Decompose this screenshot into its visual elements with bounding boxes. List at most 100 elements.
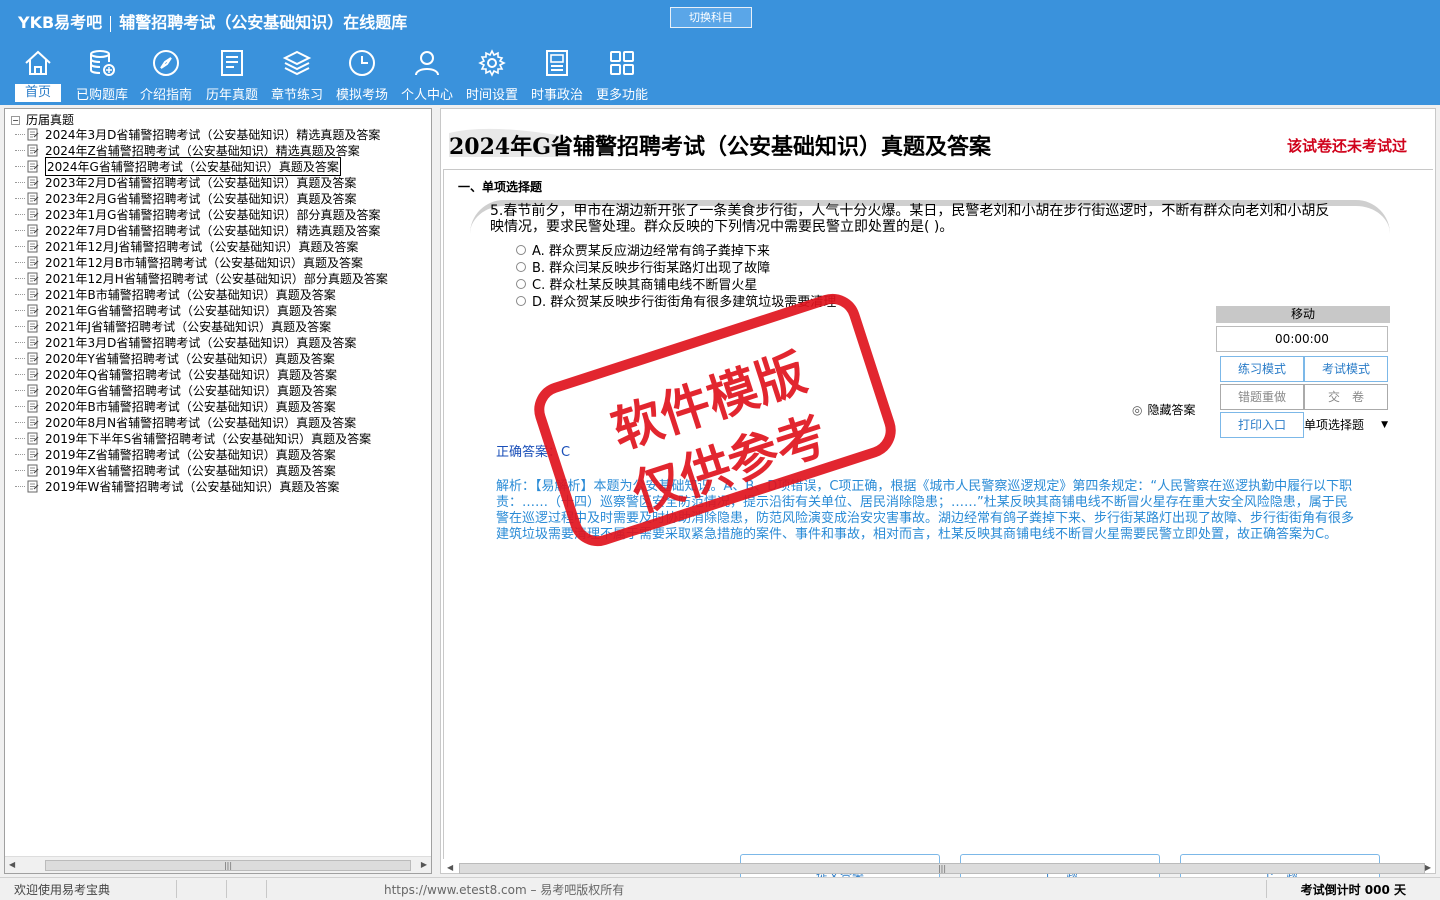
tree-item[interactable]: 2021年G省辅警招聘考试（公安基础知识）真题及答案 [5, 302, 431, 318]
tree-item[interactable]: 2024年3月D省辅警招聘考试（公安基础知识）精选真题及答案 [5, 126, 431, 142]
nav-past-papers[interactable]: 历年真题 [201, 48, 263, 104]
document-icon [27, 352, 39, 364]
tree-item[interactable]: 2020年Y省辅警招聘考试（公安基础知识）真题及答案 [5, 350, 431, 366]
scroll-left-arrow-icon[interactable]: ◀ [447, 863, 453, 872]
collapse-icon[interactable]: − [11, 116, 20, 125]
tree-item-label: 2019年Z省辅警招聘考试（公安基础知识）真题及答案 [45, 447, 336, 462]
nav-current-affairs[interactable]: 时事政治 [526, 48, 588, 104]
tree-branch-line [15, 357, 25, 359]
tree-item[interactable]: 2020年G省辅警招聘考试（公安基础知识）真题及答案 [5, 382, 431, 398]
nav-time-settings[interactable]: 时间设置 [461, 48, 523, 104]
tree-list: 2024年3月D省辅警招聘考试（公安基础知识）精选真题及答案 2024年Z省辅警招… [5, 126, 431, 494]
document-icon [27, 160, 39, 172]
document-icon [27, 208, 39, 220]
content-horizontal-scrollbar[interactable]: ◀ ||| ▶ [445, 861, 1433, 875]
gear-icon [478, 49, 506, 77]
tree-item-label: 2020年Y省辅警招聘考试（公安基础知识）真题及答案 [45, 351, 335, 366]
nav-purchased[interactable]: 已购题库 [71, 48, 133, 104]
document-icon [27, 416, 39, 428]
compass-icon [153, 50, 179, 76]
paper-tree-panel: − 历届真题 2024年3月D省辅警招聘考试（公安基础知识）精选真题及答案 2024… [4, 108, 432, 874]
scroll-right-arrow-icon[interactable]: ▶ [421, 860, 427, 869]
question-stem: 5.春节前夕，甲市在湖边新开张了一条美食步行街，人气十分火爆。某日，民警老刘和小… [490, 203, 1330, 235]
tree-item[interactable]: 2021年12月J省辅警招聘考试（公安基础知识）真题及答案 [5, 238, 431, 254]
redo-wrong-button[interactable]: 错题重做 [1220, 384, 1304, 410]
clock-icon [349, 50, 375, 76]
nav-chapter-practice[interactable]: 章节练习 [266, 48, 328, 104]
tree-branch-line [15, 149, 25, 151]
tree-item[interactable]: 2019年下半年S省辅警招聘考试（公安基础知识）真题及答案 [5, 430, 431, 446]
paper-title: 2024年G省辅警招聘考试（公安基础知识）真题及答案 [449, 134, 992, 160]
tree-item[interactable]: 2023年1月G省辅警招聘考试（公安基础知识）部分真题及答案 [5, 206, 431, 222]
document-icon [27, 320, 39, 332]
scroll-thumb[interactable]: ||| [459, 863, 1425, 874]
question-type-select[interactable]: 单项选择题 ▼ [1304, 412, 1390, 438]
tree-branch-line [15, 197, 25, 199]
tree-item[interactable]: 2020年Q省辅警招聘考试（公安基础知识）真题及答案 [5, 366, 431, 382]
tree-item[interactable]: 2023年2月G省辅警招聘考试（公安基础知识）真题及答案 [5, 190, 431, 206]
tree-item[interactable]: 2021年3月D省辅警招聘考试（公安基础知识）真题及答案 [5, 334, 431, 350]
nav-home[interactable]: 首页 [7, 48, 69, 104]
hide-answer-toggle[interactable]: ◎ 隐藏答案 [1132, 401, 1196, 418]
tree-branch-line [15, 485, 25, 487]
scroll-right-arrow-icon[interactable]: ▶ [1425, 863, 1431, 872]
document-icon [27, 384, 39, 396]
radio-icon[interactable] [516, 244, 526, 255]
tree-item[interactable]: 2019年X省辅警招聘考试（公安基础知识）真题及答案 [5, 462, 431, 478]
tree-item[interactable]: 2022年7月D省辅警招聘考试（公安基础知识）精选真题及答案 [5, 222, 431, 238]
database-icon [90, 50, 115, 76]
nav-more[interactable]: 更多功能 [591, 48, 653, 104]
app-subtitle: 辅警招聘考试（公安基础知识）在线题库 [119, 13, 408, 32]
document-icon [27, 224, 39, 236]
nav-guide[interactable]: 介绍指南 [135, 48, 197, 104]
tree-item-label: 2019年W省辅警招聘考试（公安基础知识）真题及答案 [45, 479, 340, 494]
eye-slash-icon: ◎ [1132, 402, 1143, 417]
tree-item[interactable]: 2024年G省辅警招聘考试（公安基础知识）真题及答案 [5, 156, 431, 176]
tree-item[interactable]: 2021年J省辅警招聘考试（公安基础知识）真题及答案 [5, 318, 431, 334]
tree-item-label: 2021年B市辅警招聘考试（公安基础知识）真题及答案 [45, 287, 336, 302]
tree-item[interactable]: 2019年Z省辅警招聘考试（公安基础知识）真题及答案 [5, 446, 431, 462]
exam-mode-button[interactable]: 考试模式 [1304, 356, 1388, 382]
nav-mock-exam-label: 模拟考场 [335, 88, 388, 103]
nav-chapter-practice-label: 章节练习 [270, 88, 323, 103]
nav-profile[interactable]: 个人中心 [396, 48, 458, 104]
radio-icon[interactable] [516, 261, 526, 272]
tree-item[interactable]: 2020年B市辅警招聘考试（公安基础知识）真题及答案 [5, 398, 431, 414]
tree-item[interactable]: 2021年B市辅警招聘考试（公安基础知识）真题及答案 [5, 286, 431, 302]
tree-item[interactable]: 2021年12月B市辅警招聘考试（公安基础知识）真题及答案 [5, 254, 431, 270]
tree-branch-line [15, 421, 25, 423]
scroll-left-arrow-icon[interactable]: ◀ [9, 860, 15, 869]
nav-time-settings-label: 时间设置 [465, 88, 518, 103]
tree-branch-line [15, 389, 25, 391]
print-entry-button[interactable]: 打印入口 [1220, 412, 1304, 438]
document-icon [27, 192, 39, 204]
document-icon [27, 176, 39, 188]
tree-item[interactable]: 2020年8月N省辅警招聘考试（公安基础知识）真题及答案 [5, 414, 431, 430]
tree-branch-line [15, 229, 25, 231]
practice-mode-button[interactable]: 练习模式 [1220, 356, 1304, 382]
submit-paper-button[interactable]: 交 卷 [1304, 384, 1388, 410]
scroll-thumb[interactable]: ||| [45, 860, 411, 871]
document-icon [27, 336, 39, 348]
tree-item[interactable]: 2023年2月D省辅警招聘考试（公安基础知识）真题及答案 [5, 174, 431, 190]
switch-subject-button[interactable]: 切换科目 [670, 7, 752, 28]
home-icon [25, 50, 51, 75]
tree-branch-line [15, 309, 25, 311]
dropdown-arrow-icon: ▼ [1381, 420, 1388, 430]
tree-item-label: 2020年B市辅警招聘考试（公安基础知识）真题及答案 [45, 399, 336, 414]
tree-item[interactable]: 2019年W省辅警招聘考试（公安基础知识）真题及答案 [5, 478, 431, 494]
control-box: 移动 00:00:00 练习模式 考试模式 错题重做 交 卷 打印入口 单项选择… [1216, 306, 1390, 456]
tree-horizontal-scrollbar[interactable]: ◀ ||| ▶ [5, 856, 431, 873]
app-header: YKB易考吧 辅警招聘考试（公安基础知识）在线题库 切换科目 首页 已购题库 介绍… [0, 0, 1440, 105]
user-icon [415, 51, 439, 76]
tree-item-label: 2024年3月D省辅警招聘考试（公安基础知识）精选真题及答案 [45, 127, 381, 142]
tree-item[interactable]: 2021年12月H省辅警招聘考试（公安基础知识）部分真题及答案 [5, 270, 431, 286]
brand-logo: YKB易考吧 [18, 13, 103, 32]
tree-branch-line [15, 373, 25, 375]
radio-icon[interactable] [516, 295, 526, 306]
nav-current-affairs-label: 时事政治 [530, 88, 583, 103]
tree-branch-line [15, 133, 25, 135]
move-handle[interactable]: 移动 [1216, 306, 1390, 323]
radio-icon[interactable] [516, 278, 526, 289]
nav-mock-exam[interactable]: 模拟考场 [331, 48, 393, 104]
